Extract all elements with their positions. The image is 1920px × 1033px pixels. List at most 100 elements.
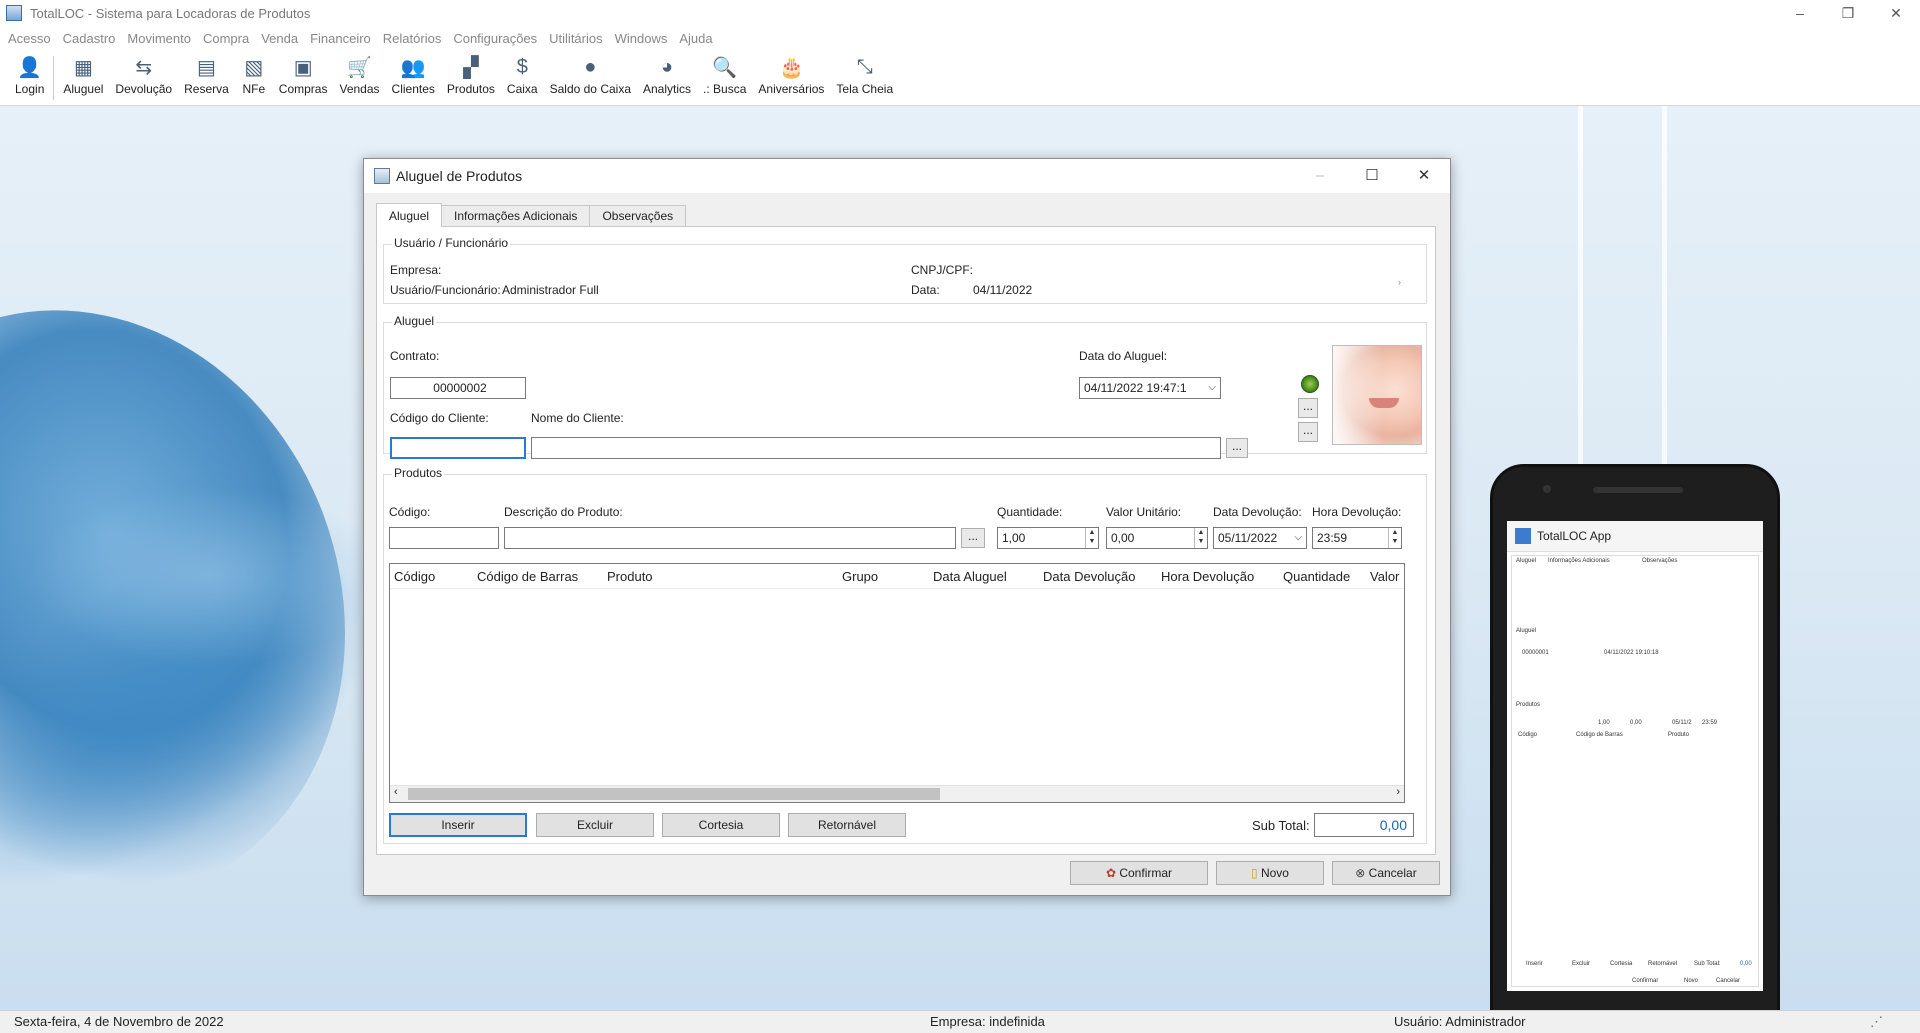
- toolbar-clientes-button[interactable]: 👥 Clientes: [389, 50, 438, 97]
- dialog-close-button[interactable]: ✕: [1398, 159, 1450, 193]
- toolbar-aluguel-button[interactable]: ▦ Aluguel: [60, 50, 106, 97]
- toolbar-compras-button[interactable]: ▣ Compras: [276, 50, 331, 97]
- toolbar-devolucao-button[interactable]: ⇆ Devolução: [112, 50, 175, 97]
- phone-column: Código: [1518, 732, 1538, 738]
- spin-arrows-icon[interactable]: ▲ ▼: [1388, 528, 1401, 548]
- aluguel-group-label: Aluguel: [392, 314, 437, 328]
- data-aluguel-value: 04/11/2022 19:47:1: [1084, 381, 1187, 395]
- confirmar-button[interactable]: ✿ Confirmar: [1070, 861, 1208, 885]
- data-devolucao-value: 05/11/2022: [1218, 531, 1278, 545]
- scrollbar-thumb[interactable]: [408, 788, 940, 800]
- produtos-grid[interactable]: Código Código de Barras Produto Grupo Da…: [389, 563, 1405, 803]
- codigo-cliente-input[interactable]: [390, 437, 526, 459]
- scroll-right-icon[interactable]: ›: [1396, 786, 1400, 798]
- excluir-button[interactable]: Excluir: [536, 813, 654, 837]
- contrato-input[interactable]: 00000002: [390, 377, 526, 399]
- photo-options-button[interactable]: ...: [1298, 422, 1318, 442]
- buscar-produto-button[interactable]: ...: [961, 528, 985, 548]
- column-codigo-barras[interactable]: Código de Barras: [477, 569, 578, 584]
- menu-ajuda[interactable]: Ajuda: [679, 31, 712, 46]
- tab-aluguel[interactable]: Aluguel: [376, 203, 443, 227]
- phone-button: Confirmar: [1632, 978, 1659, 984]
- piggy-bank-icon: ●: [584, 55, 597, 78]
- app-logo-icon: [6, 5, 22, 21]
- column-valor[interactable]: Valor: [1370, 569, 1399, 584]
- toolbar-reserva-button[interactable]: ▤ Reserva: [181, 50, 232, 97]
- phone-mockup: TotalLOC App Aluguel Informações Adicion…: [1490, 464, 1780, 1010]
- data-devolucao-picker[interactable]: 05/11/2022 ⌵: [1213, 527, 1307, 549]
- dialog-icon: [374, 168, 390, 184]
- menu-utilitarios[interactable]: Utilitários: [549, 31, 602, 46]
- tab-observacoes[interactable]: Observações: [589, 205, 687, 227]
- column-data-aluguel[interactable]: Data Aluguel: [933, 569, 1007, 584]
- photo-load-button[interactable]: ...: [1298, 398, 1318, 418]
- codigo-produto-input[interactable]: [389, 527, 499, 549]
- toolbar-nfe-button[interactable]: ▧ NFe: [238, 50, 270, 97]
- empresa-label: Empresa:: [390, 263, 442, 277]
- phone-button: Novo: [1684, 978, 1699, 984]
- menu-configuracoes[interactable]: Configurações: [453, 31, 537, 46]
- toolbar-analytics-button[interactable]: ◕ Analytics: [640, 50, 694, 97]
- toolbar-saldo-caixa-button[interactable]: ● Saldo do Caixa: [547, 50, 634, 97]
- column-codigo[interactable]: Código: [394, 569, 435, 584]
- data-aluguel-picker[interactable]: 04/11/2022 19:47:1 ⌵: [1079, 377, 1221, 399]
- nome-cliente-input[interactable]: [531, 437, 1221, 459]
- restore-button[interactable]: ❐: [1824, 0, 1872, 26]
- scroll-left-icon[interactable]: ‹: [394, 786, 398, 798]
- refresh-icon[interactable]: [1301, 375, 1319, 393]
- quantidade-stepper[interactable]: 1,00 ▲ ▼: [997, 527, 1099, 549]
- toolbar-busca-button[interactable]: 🔍.: Busca: [700, 50, 749, 97]
- cancelar-button[interactable]: ⊗ Cancelar: [1332, 861, 1440, 885]
- spin-arrows-icon[interactable]: ▲ ▼: [1085, 528, 1098, 548]
- phone-contrato: 00000001: [1522, 650, 1549, 656]
- menu-venda[interactable]: Venda: [261, 31, 298, 46]
- menu-acesso[interactable]: Acesso: [8, 31, 51, 46]
- dialog-title: Aluguel de Produtos: [396, 168, 523, 184]
- retornavel-button[interactable]: Retornável: [788, 813, 906, 837]
- novo-button[interactable]: ▯ Novo: [1216, 861, 1324, 885]
- menu-relatorios[interactable]: Relatórios: [383, 31, 442, 46]
- expand-arrow-icon[interactable]: ›: [1398, 277, 1401, 287]
- descricao-input[interactable]: [504, 527, 956, 549]
- toolbar-produtos-button[interactable]: ▞ Produtos: [444, 50, 498, 97]
- minimize-button[interactable]: –: [1776, 0, 1824, 26]
- phone-subtotal: 0,00: [1740, 961, 1752, 967]
- column-hora-devolucao[interactable]: Hora Devolução: [1161, 569, 1254, 584]
- tab-informacoes-adicionais[interactable]: Informações Adicionais: [441, 205, 591, 227]
- valor-unitario-label: Valor Unitário:: [1106, 505, 1182, 519]
- hora-devolucao-stepper[interactable]: 23:59 ▲ ▼: [1312, 527, 1402, 549]
- column-grupo[interactable]: Grupo: [842, 569, 878, 584]
- dialog-minimize-button[interactable]: –: [1294, 159, 1346, 193]
- column-produto[interactable]: Produto: [607, 569, 653, 584]
- menu-movimento[interactable]: Movimento: [127, 31, 191, 46]
- valor-unitario-stepper[interactable]: 0,00 ▲ ▼: [1106, 527, 1208, 549]
- buscar-cliente-button[interactable]: ...: [1226, 438, 1248, 458]
- subtotal-label: Sub Total:: [1252, 818, 1310, 833]
- usuario-group: Usuário / Funcionário Empresa: Usuário/F…: [383, 236, 1427, 304]
- phone-app-icon: [1515, 528, 1531, 544]
- toolbar-aniversarios-button[interactable]: 🎂 Aniversários: [755, 50, 827, 97]
- column-quantidade[interactable]: Quantidade: [1283, 569, 1350, 584]
- close-button[interactable]: ✕: [1872, 0, 1920, 26]
- column-data-devolucao[interactable]: Data Devolução: [1043, 569, 1136, 584]
- cortesia-button[interactable]: Cortesia: [662, 813, 780, 837]
- toolbar-caixa-button[interactable]: $ Caixa: [504, 50, 541, 97]
- main-toolbar: 👤 Login ▦ Aluguel ⇆ Devolução ▤ Reserva ▧ NFe…: [0, 50, 1920, 106]
- toolbar-vendas-button[interactable]: 🛒 Vendas: [336, 50, 382, 97]
- toolbar-tela-cheia-button[interactable]: ⤡ Tela Cheia: [833, 50, 896, 97]
- menu-compra[interactable]: Compra: [203, 31, 249, 46]
- horizontal-scrollbar[interactable]: ‹ ›: [390, 785, 1404, 802]
- menu-windows[interactable]: Windows: [615, 31, 668, 46]
- spin-arrows-icon[interactable]: ▲ ▼: [1194, 528, 1207, 548]
- toolbar-login-button[interactable]: 👤 Login: [12, 50, 47, 97]
- menu-cadastro[interactable]: Cadastro: [63, 31, 116, 46]
- phone-tab: Informações Adicionais: [1548, 558, 1610, 564]
- phone-group-label: Aluguel: [1516, 628, 1537, 634]
- menu-financeiro[interactable]: Financeiro: [310, 31, 371, 46]
- resize-grip-icon[interactable]: ⋰: [1870, 1014, 1883, 1030]
- phone-tab: Aluguel: [1516, 558, 1537, 564]
- phone-valor: 0,00: [1630, 720, 1642, 726]
- inserir-button[interactable]: Inserir: [389, 813, 527, 837]
- background-swirl: [30, 486, 390, 666]
- dialog-maximize-button[interactable]: ☐: [1346, 159, 1398, 193]
